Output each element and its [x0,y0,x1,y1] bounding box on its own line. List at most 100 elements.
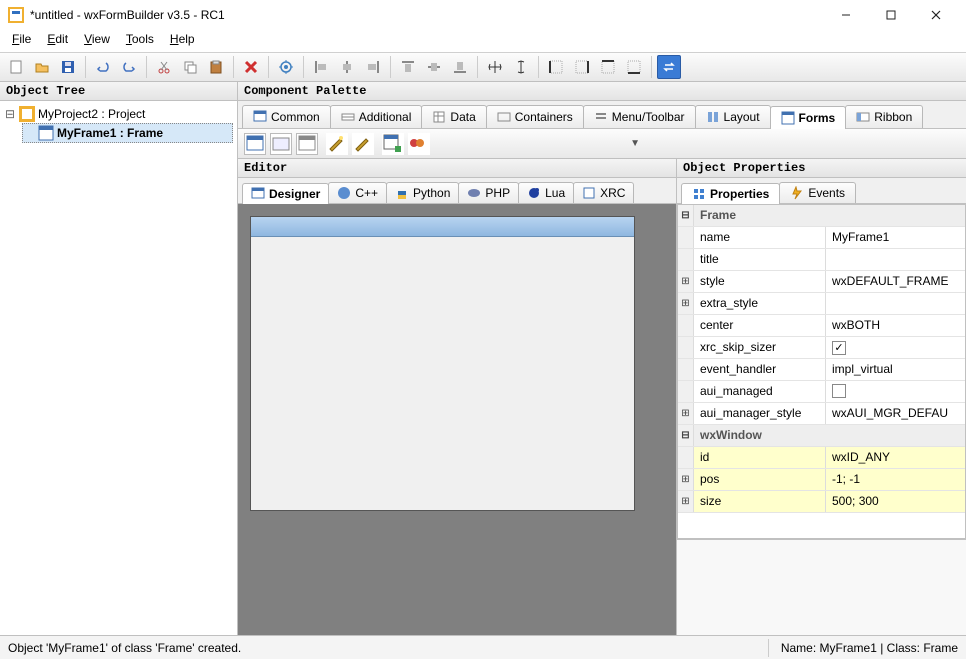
palette-tab-data[interactable]: Data [421,105,486,128]
align-top-button[interactable] [396,55,420,79]
new-button[interactable] [4,55,28,79]
property-grid[interactable]: ⊟FramenameMyFrame1title⊞stylewxDEFAULT_F… [677,204,966,539]
expand-button[interactable] [483,55,507,79]
undo-button[interactable] [91,55,115,79]
tab-label: PHP [485,186,510,200]
paste-button[interactable] [204,55,228,79]
editor-tab-python[interactable]: Python [386,182,459,203]
property-value[interactable]: ✓ [826,337,965,358]
palette-item-menubar[interactable] [382,133,404,155]
frame-preview[interactable] [250,216,635,511]
palette-dropdown-icon[interactable]: ▼ [630,138,640,149]
border-left-button[interactable] [544,55,568,79]
checkbox[interactable] [832,384,846,398]
stretch-button[interactable] [509,55,533,79]
border-bottom-button[interactable] [622,55,646,79]
property-row[interactable]: aui_managed [678,381,965,403]
property-row[interactable]: ⊞aui_manager_stylewxAUI_MGR_DEFAU [678,403,965,425]
property-row[interactable]: ⊞extra_style [678,293,965,315]
property-value[interactable]: 500; 300 [826,491,965,512]
open-button[interactable] [30,55,54,79]
property-row[interactable]: idwxID_ANY [678,447,965,469]
expand-icon[interactable]: ⊞ [678,491,694,512]
palette-item-wizard[interactable] [326,133,348,155]
property-category[interactable]: ⊟Frame [678,205,965,227]
property-value[interactable]: MyFrame1 [826,227,965,248]
expand-icon[interactable]: ⊞ [678,403,694,424]
palette-item-wizard2[interactable] [352,133,374,155]
palette-tab-menu-toolbar[interactable]: Menu/Toolbar [583,105,696,128]
property-value[interactable] [826,249,965,270]
minimize-button[interactable] [823,1,868,29]
menu-help[interactable]: Help [162,30,203,52]
expand-icon[interactable]: ⊞ [678,271,694,292]
maximize-button[interactable] [868,1,913,29]
expand-icon[interactable]: ⊞ [678,293,694,314]
palette-item-dialog[interactable] [296,133,318,155]
property-row[interactable]: ⊞size500; 300 [678,491,965,513]
cut-button[interactable] [152,55,176,79]
events-tab[interactable]: Events [779,182,856,203]
collapse-icon[interactable]: ⊟ [678,205,694,226]
editor-tab-php[interactable]: PHP [458,182,519,203]
checkbox[interactable]: ✓ [832,341,846,355]
main-area: Object Tree ⊟ MyProject2 : Project MyFra… [0,82,966,635]
save-button[interactable] [56,55,80,79]
tree-node-frame[interactable]: MyFrame1 : Frame [22,123,233,143]
close-button[interactable] [913,1,958,29]
property-row[interactable]: nameMyFrame1 [678,227,965,249]
align-left-button[interactable] [309,55,333,79]
collapse-icon[interactable]: ⊟ [4,107,16,121]
palette-tab-ribbon[interactable]: Ribbon [845,105,923,128]
property-category[interactable]: ⊟wxWindow [678,425,965,447]
palette-item-frame[interactable] [244,133,266,155]
property-value[interactable]: -1; -1 [826,469,965,490]
property-value[interactable] [826,381,965,402]
tree-node-project[interactable]: ⊟ MyProject2 : Project [4,105,233,123]
delete-button[interactable] [239,55,263,79]
copy-button[interactable] [178,55,202,79]
palette-tab-forms[interactable]: Forms [770,106,847,129]
expand-icon[interactable]: ⊞ [678,469,694,490]
collapse-icon[interactable]: ⊟ [678,425,694,446]
property-value[interactable]: impl_virtual [826,359,965,380]
property-row[interactable]: title [678,249,965,271]
menu-edit[interactable]: Edit [39,30,76,52]
redo-button[interactable] [117,55,141,79]
palette-item-toolbar[interactable] [408,133,430,155]
align-bottom-button[interactable] [448,55,472,79]
palette-tab-containers[interactable]: Containers [486,105,584,128]
menu-view[interactable]: View [76,30,118,52]
border-top-button[interactable] [596,55,620,79]
property-row[interactable]: ⊞stylewxDEFAULT_FRAME [678,271,965,293]
property-value[interactable]: wxAUI_MGR_DEFAU [826,403,965,424]
align-right-button[interactable] [361,55,385,79]
align-center-v-button[interactable] [422,55,446,79]
properties-tab[interactable]: Properties [681,183,780,204]
property-value[interactable]: wxID_ANY [826,447,965,468]
property-value[interactable] [826,293,965,314]
status-message: Object 'MyFrame1' of class 'Frame' creat… [8,641,756,655]
align-center-h-button[interactable] [335,55,359,79]
menu-file[interactable]: File [4,30,39,52]
property-row[interactable]: centerwxBOTH [678,315,965,337]
property-value[interactable]: wxDEFAULT_FRAME [826,271,965,292]
palette-tab-layout[interactable]: Layout [695,105,771,128]
palette-tab-common[interactable]: Common [242,105,331,128]
property-row[interactable]: xrc_skip_sizer✓ [678,337,965,359]
property-row[interactable]: event_handlerimpl_virtual [678,359,965,381]
palette-item-panel[interactable] [270,133,292,155]
palette-tab-additional[interactable]: Additional [330,105,423,128]
property-value[interactable]: wxBOTH [826,315,965,336]
editor-tab-designer[interactable]: Designer [242,183,329,204]
editor-canvas[interactable] [238,204,676,635]
generate-button[interactable] [274,55,298,79]
editor-tab-xrc[interactable]: XRC [573,182,634,203]
editor-tab-lua[interactable]: Lua [518,182,574,203]
border-right-button[interactable] [570,55,594,79]
swap-button[interactable] [657,55,681,79]
editor-tab-cpp[interactable]: C++ [328,182,387,203]
property-row[interactable]: ⊞pos-1; -1 [678,469,965,491]
object-tree[interactable]: ⊟ MyProject2 : Project MyFrame1 : Frame [0,101,237,635]
menu-tools[interactable]: Tools [118,30,162,52]
